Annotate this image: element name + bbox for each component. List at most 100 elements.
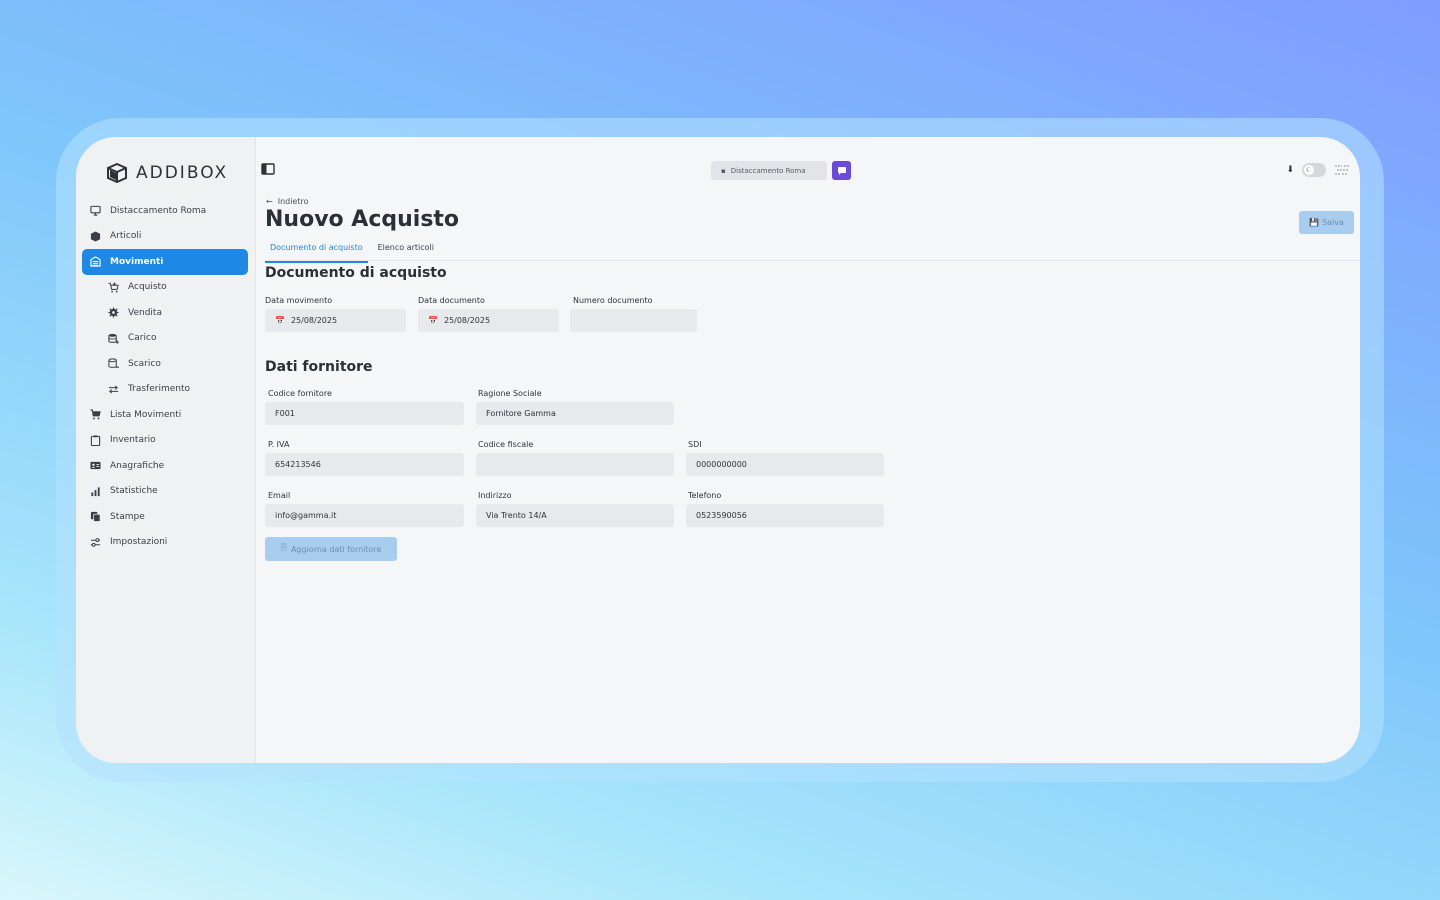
sidebar-item-label: Movimenti (110, 256, 164, 267)
data-documento-label: Data documento (418, 296, 485, 305)
cart-plus-icon (106, 281, 120, 293)
sidebar-item-label: Trasferimento (128, 384, 191, 395)
sidebar: ADDIBOX Distaccamento Roma Articoli Movi… (76, 137, 256, 763)
sidebar-item-scarico[interactable]: Scarico (82, 351, 248, 377)
sidebar-item-trasferimento[interactable]: Trasferimento (82, 377, 248, 403)
copy-icon (88, 511, 102, 523)
data-movimento-label: Data movimento (265, 296, 333, 305)
sdi-label: SDI (688, 440, 702, 449)
download-icon[interactable]: ⬇ (1286, 165, 1294, 175)
sidebar-item-inventario[interactable]: Inventario (82, 428, 248, 454)
bar-chart-icon (88, 485, 102, 497)
calendar-icon: 📅 (428, 316, 438, 325)
sidebar-item-statistiche[interactable]: Statistiche (82, 479, 248, 505)
store-selector[interactable]: ▪ Distaccamento Roma (711, 161, 827, 180)
sidebar-item-label: Anagrafiche (110, 460, 165, 471)
store-label: Distaccamento Roma (730, 166, 806, 175)
sidebar-item-acquisto[interactable]: Acquisto (82, 275, 248, 301)
sidebar-item-label: Impostazioni (110, 537, 168, 548)
sidebar-item-vendita[interactable]: Vendita (82, 300, 248, 326)
monitor-icon (88, 205, 102, 217)
codice-fiscale-label: Codice fiscale (478, 440, 534, 449)
warehouse-icon (88, 256, 102, 268)
email-value: info@gamma.it (275, 511, 337, 520)
telefono-value: 0523590056 (696, 511, 747, 520)
clipboard-icon (88, 434, 102, 446)
store-icon: ▪ (721, 166, 726, 175)
database-plus-icon (106, 332, 120, 344)
tabs-divider (265, 260, 1360, 261)
back-link[interactable]: ← Indietro (266, 197, 309, 206)
sliders-icon (88, 536, 102, 548)
chat-button[interactable] (832, 161, 851, 180)
update-supplier-button[interactable]: 🖹 Aggiorna dati fornitore (265, 537, 397, 561)
database-minus-icon (106, 358, 120, 370)
ragione-sociale-field[interactable]: Fornitore Gamma (476, 402, 674, 425)
sidebar-item-label: Acquisto (128, 282, 167, 293)
numero-documento-field[interactable] (570, 309, 697, 332)
topbar: ▪ Distaccamento Roma ⬇ ☾ (256, 159, 1360, 185)
save-label: Salva (1322, 218, 1344, 227)
floppy-icon: 💾 (1309, 218, 1320, 227)
codice-fornitore-label: Codice fornitore (268, 389, 332, 398)
piva-field[interactable]: 654213546 (265, 453, 464, 476)
sidebar-item-label: Carico (128, 333, 157, 344)
sidebar-item-stampe[interactable]: Stampe (82, 504, 248, 530)
sidebar-item-label: Distaccamento Roma (110, 205, 207, 216)
indirizzo-field[interactable]: Via Trento 14/A (476, 504, 674, 527)
numero-documento-label: Numero documento (573, 296, 653, 305)
cart-icon (88, 409, 102, 421)
sidebar-item-articoli[interactable]: Articoli (82, 224, 248, 250)
sdi-value: 0000000000 (696, 460, 747, 469)
data-documento-value: 25/08/2025 (443, 316, 491, 325)
sidebar-item-label: Scarico (128, 358, 161, 369)
swap-icon (106, 383, 120, 395)
sidebar-item-label: Stampe (110, 511, 145, 522)
piva-value: 654213546 (275, 460, 321, 469)
telefono-field[interactable]: 0523590056 (686, 504, 884, 527)
sidebar-item-label: Statistiche (110, 486, 158, 497)
sidebar-item-carico[interactable]: Carico (82, 326, 248, 352)
calendar-icon: 📅 (275, 316, 285, 325)
data-movimento-field[interactable]: 📅 25/08/2025 (265, 309, 406, 332)
data-documento-field[interactable]: 📅 25/08/2025 (418, 309, 559, 332)
sidebar-nav: Distaccamento Roma Articoli Movimenti Ac… (82, 198, 248, 555)
section-title-documento: Documento di acquisto (265, 265, 447, 281)
sidebar-item-anagrafiche[interactable]: Anagrafiche (82, 453, 248, 479)
data-movimento-value: 25/08/2025 (290, 316, 338, 325)
section-title-fornitore: Dati fornitore (265, 359, 373, 375)
sidebar-item-movimenti[interactable]: Movimenti (82, 249, 248, 275)
codice-fiscale-field[interactable] (476, 453, 674, 476)
save-button[interactable]: 💾 Salva (1299, 211, 1354, 234)
email-label: Email (268, 491, 291, 500)
connection-icon[interactable] (1334, 162, 1350, 178)
indirizzo-label: Indirizzo (478, 491, 512, 500)
arrow-left-icon: ← (266, 197, 273, 206)
back-label: Indietro (277, 197, 309, 206)
codice-fornitore-field[interactable]: F001 (265, 402, 464, 425)
app-window: ADDIBOX Distaccamento Roma Articoli Movi… (76, 137, 1360, 763)
sidebar-item-lista-movimenti[interactable]: Lista Movimenti (82, 402, 248, 428)
logo-cube-icon (107, 163, 127, 183)
email-field[interactable]: info@gamma.it (265, 504, 464, 527)
sidebar-item-distaccamento[interactable]: Distaccamento Roma (82, 198, 248, 224)
id-card-icon (88, 460, 102, 472)
logo: ADDIBOX (106, 163, 228, 183)
indirizzo-value: Via Trento 14/A (486, 511, 547, 520)
sidebar-item-label: Vendita (128, 307, 162, 318)
ragione-sociale-label: Ragione Sociale (478, 389, 542, 398)
topbar-actions: ⬇ ☾ (1286, 162, 1350, 178)
sidebar-item-impostazioni[interactable]: Impostazioni (82, 530, 248, 556)
telefono-label: Telefono (688, 491, 722, 500)
codice-fornitore-value: F001 (275, 409, 295, 418)
cube-icon (88, 230, 102, 242)
sdi-field[interactable]: 0000000000 (686, 453, 884, 476)
sidebar-item-label: Inventario (110, 435, 156, 446)
logo-text: ADDIBOX (136, 163, 229, 183)
gear-icon (106, 307, 120, 319)
sidebar-toggle-icon[interactable] (261, 163, 275, 175)
sidebar-item-label: Articoli (110, 231, 142, 242)
document-icon: 🖹 (280, 543, 287, 552)
update-supplier-label: Aggiorna dati fornitore (290, 544, 382, 554)
theme-toggle[interactable]: ☾ (1302, 163, 1326, 177)
